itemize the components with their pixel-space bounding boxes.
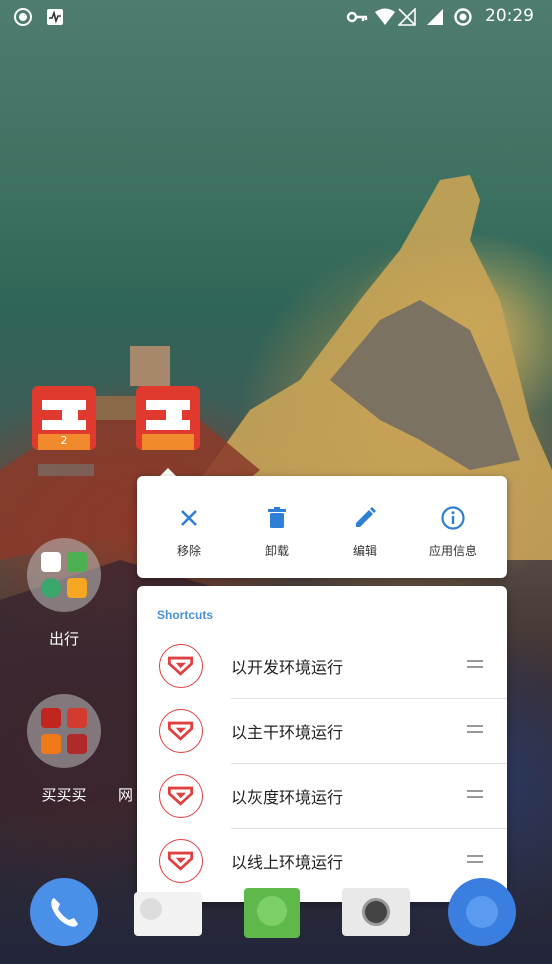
- app-badge: 2: [60, 434, 68, 447]
- mosaic-fragment: [96, 396, 136, 420]
- signal-strength-icon: [427, 9, 443, 25]
- folder-icon: [27, 538, 101, 612]
- folder-label: 出行: [48, 630, 79, 648]
- status-bar: 20:29: [0, 0, 552, 34]
- worth-app-icon: [67, 708, 87, 728]
- blurred-label: [38, 464, 94, 476]
- pencil-icon: [356, 507, 376, 527]
- superhero-shield-icon: [159, 709, 203, 753]
- close-icon: [181, 510, 197, 526]
- shortcuts-card: Shortcuts 以开发环境运行 以主干环境运行 以灰度环境运行 以线上环境运…: [137, 586, 507, 902]
- phone-icon: [51, 898, 78, 927]
- shortcuts-title: Shortcuts: [157, 608, 214, 622]
- maps-app-icon: [67, 552, 87, 572]
- browser-app[interactable]: [448, 878, 516, 946]
- app-icon-image: [136, 386, 200, 450]
- uninstall-action[interactable]: 卸载: [233, 476, 321, 576]
- key-icon: [346, 11, 368, 23]
- edit-action[interactable]: 编辑: [321, 476, 409, 576]
- superhero-shield-icon: [159, 644, 203, 688]
- shortcut-item[interactable]: 以线上环境运行: [137, 829, 507, 894]
- mosaic-fragment: [130, 346, 170, 386]
- food-app-icon: [67, 578, 87, 598]
- superhero-shield-icon: [159, 839, 203, 883]
- action-label: 移除: [176, 544, 201, 558]
- drag-handle-icon[interactable]: [467, 660, 483, 670]
- camera-icon: [362, 898, 390, 926]
- shortcut-item[interactable]: 以主干环境运行: [137, 699, 507, 764]
- app-icon-selected[interactable]: [136, 386, 200, 450]
- app-info-action[interactable]: 应用信息: [409, 476, 497, 576]
- taobao-app-icon: [41, 734, 61, 754]
- folder-shopping[interactable]: 买买买: [26, 694, 102, 805]
- folder-label: 买买买: [41, 786, 87, 804]
- folder-travel[interactable]: 出行: [26, 538, 102, 649]
- transit-app-icon: [41, 578, 61, 598]
- notification-circle-icon: [14, 8, 32, 26]
- shortcut-label: 以灰度环境运行: [231, 788, 344, 807]
- action-label: 应用信息: [428, 544, 477, 558]
- battery-ring-icon: [454, 8, 472, 26]
- signal-icon: [398, 8, 416, 26]
- phone-app[interactable]: [30, 878, 98, 946]
- trash-icon: [268, 507, 286, 528]
- drag-handle-icon[interactable]: [467, 725, 483, 735]
- drag-handle-icon[interactable]: [467, 855, 483, 865]
- wifi-icon: [375, 8, 395, 25]
- superhero-shield-icon: [159, 774, 203, 818]
- shortcut-label: 以开发环境运行: [231, 658, 344, 677]
- messages-app[interactable]: [244, 888, 300, 938]
- contacts-icon: [140, 898, 162, 920]
- smiley-icon: [257, 896, 287, 926]
- camera-app[interactable]: [342, 888, 410, 936]
- shop-app-icon: [67, 734, 87, 754]
- browser-icon: [466, 896, 498, 928]
- action-label: 卸载: [264, 544, 289, 558]
- drag-handle-icon[interactable]: [467, 790, 483, 800]
- shortcut-label: 以主干环境运行: [231, 723, 344, 742]
- cloud-app-icon: [41, 552, 61, 572]
- contacts-app[interactable]: [134, 892, 202, 936]
- info-icon: [441, 506, 465, 530]
- popup-pointer: [160, 468, 176, 476]
- app-icon-blurred-left[interactable]: 2: [32, 386, 96, 486]
- action-label: 编辑: [352, 544, 377, 558]
- clock: 20:29: [485, 6, 534, 26]
- shortcut-label: 以线上环境运行: [231, 853, 344, 872]
- activity-icon: [47, 9, 63, 25]
- remove-action[interactable]: 移除: [145, 476, 233, 576]
- jd-app-icon: [41, 708, 61, 728]
- folder-icon: [27, 694, 101, 768]
- shortcut-item[interactable]: 以开发环境运行: [137, 634, 507, 699]
- app-actions-card: 移除 卸载 编辑 应用信息: [137, 476, 507, 578]
- shortcut-item[interactable]: 以灰度环境运行: [137, 764, 507, 829]
